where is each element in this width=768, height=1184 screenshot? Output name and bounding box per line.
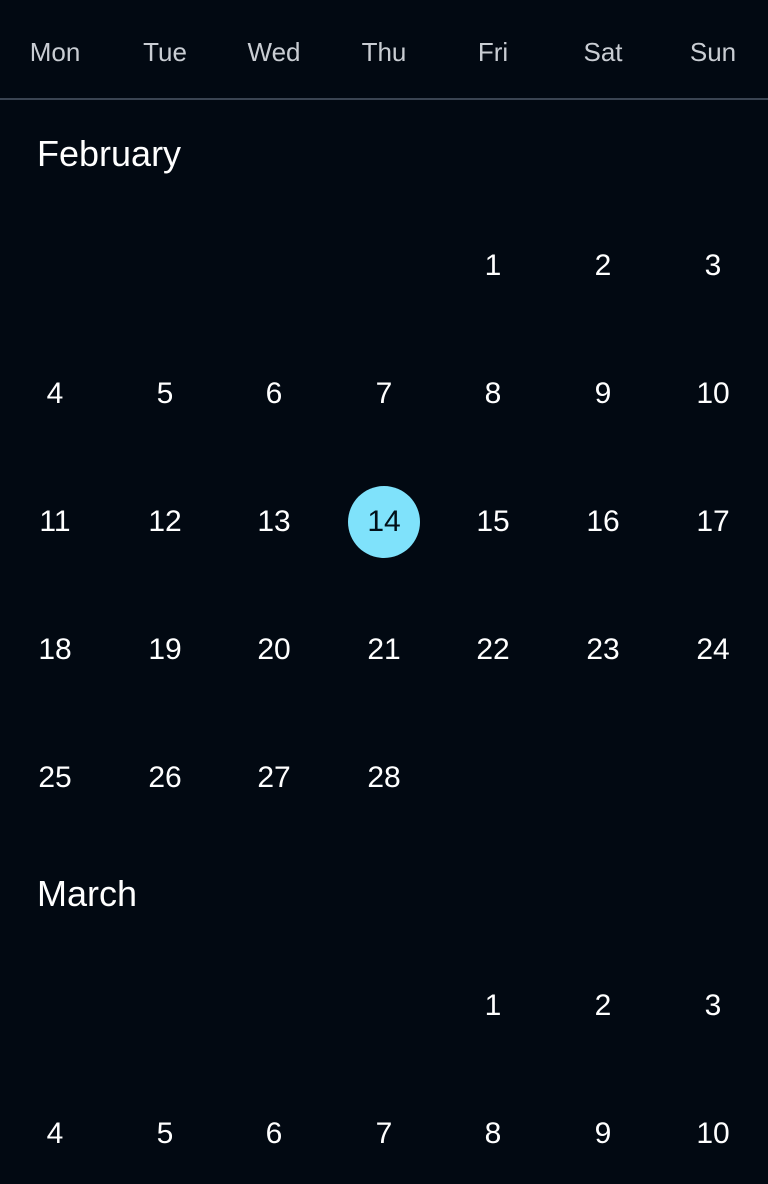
day-cell[interactable]: 15 [438,458,548,586]
day-number: 14 [348,486,420,558]
day-cell[interactable]: 1 [438,942,548,1070]
day-number: 19 [148,633,182,666]
day-cell[interactable]: 16 [548,458,658,586]
day-cell[interactable]: 9 [548,330,658,458]
day-cell[interactable]: 23 [548,586,658,714]
calendar-scroll-area[interactable]: February 1 2 3 4 5 6 7 8 9 10 11 12 13 14 15 16 17 18 19 20 2… [0,102,768,1184]
weekday-fri: Fri [477,37,509,67]
day-number: 2 [594,249,612,282]
day-cell[interactable]: 27 [219,714,329,842]
day-cell[interactable]: 3 [658,942,768,1070]
day-number: 10 [696,1117,730,1150]
day-number: 6 [265,377,283,410]
day-number: 28 [367,761,401,794]
day-number: 10 [696,377,730,410]
day-cell[interactable]: 11 [0,458,110,586]
day-number: 8 [484,377,502,410]
month-title-february: February [37,133,182,174]
weekday-header: Mon Tue Wed Thu Fri Sat Sun [0,0,768,100]
day-cell[interactable]: 6 [219,330,329,458]
day-number: 11 [39,505,71,538]
day-cell[interactable]: 4 [0,1070,110,1184]
day-number: 13 [257,505,291,538]
day-number: 9 [594,377,612,410]
day-cell[interactable]: 12 [110,458,220,586]
day-cell[interactable]: 22 [438,586,548,714]
day-number: 8 [484,1117,502,1150]
day-number: 25 [38,761,72,794]
day-number: 4 [46,377,64,410]
day-cell[interactable]: 6 [219,1070,329,1184]
day-cell[interactable]: 13 [219,458,329,586]
day-cell[interactable]: 18 [0,586,110,714]
day-number: 7 [375,377,393,410]
weekday-tue: Tue [143,37,187,67]
day-number: 3 [704,249,722,282]
day-number: 6 [265,1117,283,1150]
day-cell[interactable]: 2 [548,942,658,1070]
weekday-thu: Thu [361,37,407,67]
day-cell[interactable]: 8 [438,1070,548,1184]
day-cell[interactable]: 26 [110,714,220,842]
day-cell[interactable]: 7 [329,330,439,458]
day-cell[interactable]: 19 [110,586,220,714]
day-cell[interactable]: 8 [438,330,548,458]
day-number: 1 [484,989,502,1022]
day-cell[interactable]: 10 [658,1070,768,1184]
day-cell[interactable]: 5 [110,330,220,458]
day-number: 16 [586,505,620,538]
weekday-mon: Mon [29,37,81,67]
day-number: 15 [476,505,510,538]
weekday-sat: Sat [583,37,623,67]
day-number: 20 [257,633,291,666]
day-cell[interactable]: 28 [329,714,439,842]
day-number: 24 [696,633,730,666]
day-number: 12 [148,505,182,538]
day-cell[interactable]: 5 [110,1070,220,1184]
month-title-march: March [37,873,138,914]
day-cell[interactable]: 17 [658,458,768,586]
day-cell[interactable]: 25 [0,714,110,842]
weekday-wed: Wed [247,37,301,67]
day-cell[interactable]: 7 [329,1070,439,1184]
day-cell[interactable]: 10 [658,330,768,458]
day-number: 2 [594,989,612,1022]
weekday-sun: Sun [689,37,737,67]
day-number: 26 [148,761,182,794]
day-cell[interactable]: 24 [658,586,768,714]
day-cell[interactable]: 20 [219,586,329,714]
day-number: 22 [476,633,510,666]
day-number: 1 [484,249,502,282]
day-cell[interactable]: 1 [438,202,548,330]
day-number: 18 [38,633,72,666]
day-number: 4 [46,1117,64,1150]
day-number: 9 [594,1117,612,1150]
day-cell[interactable]: 21 [329,586,439,714]
day-cell[interactable]: 3 [658,202,768,330]
day-number: 27 [257,761,291,794]
day-number: 3 [704,989,722,1022]
day-cell[interactable]: 4 [0,330,110,458]
day-number: 5 [156,377,174,410]
day-number: 17 [696,505,730,538]
day-number: 5 [156,1117,174,1150]
day-cell-selected[interactable]: 14 [329,458,439,586]
day-cell[interactable]: 2 [548,202,658,330]
day-number: 23 [586,633,620,666]
day-number: 21 [367,633,401,666]
day-cell[interactable]: 9 [548,1070,658,1184]
day-number: 7 [375,1117,393,1150]
